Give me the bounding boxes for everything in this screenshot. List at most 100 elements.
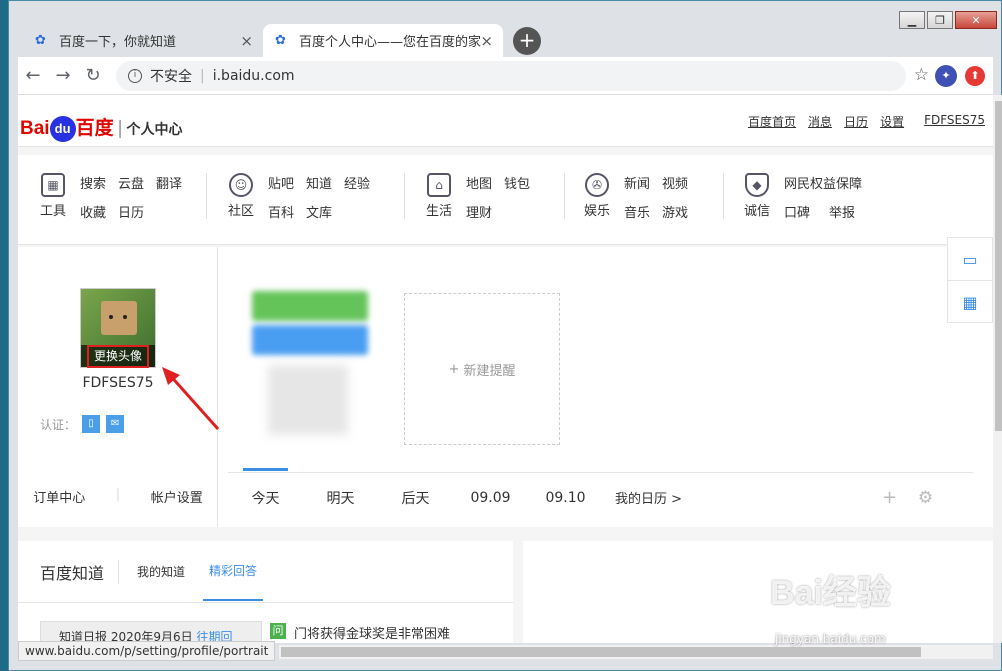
status-bar-url: www.baidu.com/p/setting/profile/portrait — [18, 641, 276, 661]
nav-group-label: 社区 — [227, 204, 254, 219]
nav-link[interactable]: 日历 — [118, 202, 144, 221]
tab-my-zhidao[interactable]: 我的知道 — [137, 563, 185, 580]
tab-today[interactable]: 今天 — [228, 467, 303, 508]
divider — [564, 173, 565, 219]
link-messages[interactable]: 消息 — [808, 113, 832, 130]
grid-icon[interactable]: ▦ — [948, 281, 992, 324]
page-content: Bai du 百度 | 个人中心 百度首页 消息 日历 设置 FDFSES75 ▦ 工具 … — [18, 95, 993, 643]
minimize-button[interactable]: ▁ — [899, 11, 925, 29]
question-item[interactable]: 问门将获得金球奖是非常困难 — [270, 623, 450, 642]
nav-link[interactable]: 搜索 — [80, 173, 106, 192]
nav-links: 搜索 云盘 翻译 收藏 日历 — [80, 173, 182, 221]
back-icon[interactable]: ← — [18, 65, 48, 86]
tab-title: 百度个人中心——您在百度的家 — [299, 35, 482, 50]
nav-group-icon[interactable]: ⌂ 生活 — [422, 173, 456, 221]
nav-link[interactable]: 视频 — [662, 173, 688, 192]
email-icon[interactable]: ✉ — [106, 415, 125, 433]
url-text[interactable]: i.baidu.com — [213, 68, 295, 84]
forward-icon[interactable]: → — [48, 65, 78, 86]
gear-icon[interactable]: ⚙ — [888, 488, 963, 508]
tab-date[interactable]: 09.09 — [453, 490, 528, 506]
window-controls: ▁ ❐ ✕ — [899, 11, 997, 29]
dashboard-panel: 更换头像 FDFSES75 认证： ▯ ✉ 订单中心 | 帐户设置 + 新建提醒… — [18, 247, 993, 527]
community-icon: ☺ — [229, 173, 253, 197]
nav-link[interactable]: 新闻 — [624, 173, 650, 192]
nav-group-entertainment: ✇ 娱乐 新闻 视频 音乐 游戏 — [580, 173, 688, 221]
scroll-thumb[interactable] — [995, 101, 1002, 431]
side-toolbar: ▭ ▦ — [947, 237, 993, 323]
profile-card: 更换头像 FDFSES75 认证： ▯ ✉ 订单中心 | 帐户设置 — [18, 247, 220, 527]
nav-link[interactable]: 网民权益保障 — [784, 173, 862, 192]
divider — [723, 173, 724, 219]
new-tab-button[interactable]: + — [513, 27, 541, 55]
avatar-image — [101, 301, 137, 335]
nav-group-icon[interactable]: ✇ 娱乐 — [580, 173, 614, 221]
nav-link[interactable]: 经验 — [344, 173, 370, 192]
link-baidu-home[interactable]: 百度首页 — [748, 113, 796, 130]
extension-icon[interactable]: ✦ — [935, 65, 957, 87]
nav-link[interactable]: 音乐 — [624, 202, 650, 221]
nav-link[interactable]: 文库 — [306, 202, 332, 221]
life-icon: ⌂ — [427, 173, 451, 197]
info-icon[interactable]: i — [128, 68, 142, 83]
plus-icon: + — [448, 361, 460, 377]
nav-link[interactable]: 举报 — [829, 202, 862, 221]
right-panel — [523, 541, 993, 643]
nav-link[interactable]: 云盘 — [118, 173, 144, 192]
vertical-scrollbar[interactable] — [993, 95, 1002, 643]
chat-icon[interactable]: ▭ — [948, 238, 992, 281]
nav-link[interactable]: 收藏 — [80, 202, 106, 221]
divider: | — [200, 67, 205, 84]
tab-tomorrow[interactable]: 明天 — [303, 488, 378, 508]
horizontal-scrollbar[interactable] — [279, 645, 993, 659]
date-tabs: 今天 明天 后天 09.09 09.10 我的日历 > + ⚙ — [228, 467, 973, 522]
nav-link[interactable]: 贴吧 — [268, 173, 294, 192]
nav-group-label: 诚信 — [743, 204, 770, 219]
account-settings-link[interactable]: 帐户设置 — [151, 487, 203, 506]
nav-link[interactable]: 钱包 — [504, 173, 530, 192]
scroll-thumb[interactable] — [281, 647, 921, 657]
link-settings[interactable]: 设置 — [880, 113, 904, 130]
tab-baidu-home[interactable]: ✿ 百度一下，你就知道 × — [23, 24, 263, 57]
reload-icon[interactable]: ↻ — [78, 65, 108, 86]
nav-link[interactable]: 游戏 — [662, 202, 688, 221]
nav-link[interactable]: 口碑 — [784, 202, 817, 221]
nav-link[interactable]: 翻译 — [156, 173, 182, 192]
nav-group-label: 工具 — [39, 204, 66, 219]
nav-link[interactable]: 百科 — [268, 202, 294, 221]
user-link[interactable]: FDFSES75 — [924, 113, 985, 130]
phone-icon[interactable]: ▯ — [82, 415, 101, 433]
new-reminder-button[interactable]: + 新建提醒 — [404, 293, 560, 445]
tools-icon: ▦ — [41, 173, 65, 197]
window-close-button[interactable]: ✕ — [955, 11, 997, 29]
reminder-area: + 新建提醒 — [228, 253, 973, 473]
my-calendar-link[interactable]: 我的日历 > — [615, 488, 682, 507]
nav-links: 新闻 视频 音乐 游戏 — [624, 173, 688, 221]
nav-group-icon[interactable]: ◆ 诚信 — [740, 173, 774, 221]
question-text[interactable]: 门将获得金球奖是非常困难 — [294, 623, 450, 642]
nav-link[interactable]: 地图 — [466, 173, 492, 192]
baidu-paw-icon: ✿ — [275, 32, 286, 48]
profile-username: FDFSES75 — [82, 375, 154, 391]
maximize-button[interactable]: ❐ — [927, 11, 953, 29]
nav-group-life: ⌂ 生活 地图 钱包 理财 — [422, 173, 530, 221]
nav-link[interactable]: 理财 — [466, 202, 492, 221]
highlight-box — [87, 345, 149, 368]
bookmark-star-icon[interactable]: ☆ — [914, 65, 929, 85]
extension-icon[interactable]: ⬆ — [965, 66, 985, 86]
tab-personal-center[interactable]: ✿ 百度个人中心——您在百度的家 × — [263, 24, 503, 57]
nav-link[interactable]: 知道 — [306, 173, 332, 192]
tab-date[interactable]: 09.10 — [528, 490, 603, 506]
nav-group-icon[interactable]: ▦ 工具 — [36, 173, 70, 221]
tab-best-answers[interactable]: 精彩回答 — [203, 542, 264, 601]
link-calendar[interactable]: 日历 — [844, 113, 868, 130]
daily-report[interactable]: 知道日报 2020年9月6日 往期回顾 — [40, 621, 262, 643]
nav-group-icon[interactable]: ☺ 社区 — [224, 173, 258, 221]
close-icon[interactable]: × — [240, 32, 253, 50]
close-icon[interactable]: × — [480, 32, 493, 50]
orders-link[interactable]: 订单中心 — [33, 487, 85, 506]
logo-text: Bai — [20, 118, 50, 139]
address-bar[interactable]: i 不安全 | i.baidu.com — [116, 60, 906, 91]
tab-day-after[interactable]: 后天 — [378, 488, 453, 508]
baidu-logo[interactable]: Bai du 百度 | 个人中心 — [20, 113, 183, 142]
